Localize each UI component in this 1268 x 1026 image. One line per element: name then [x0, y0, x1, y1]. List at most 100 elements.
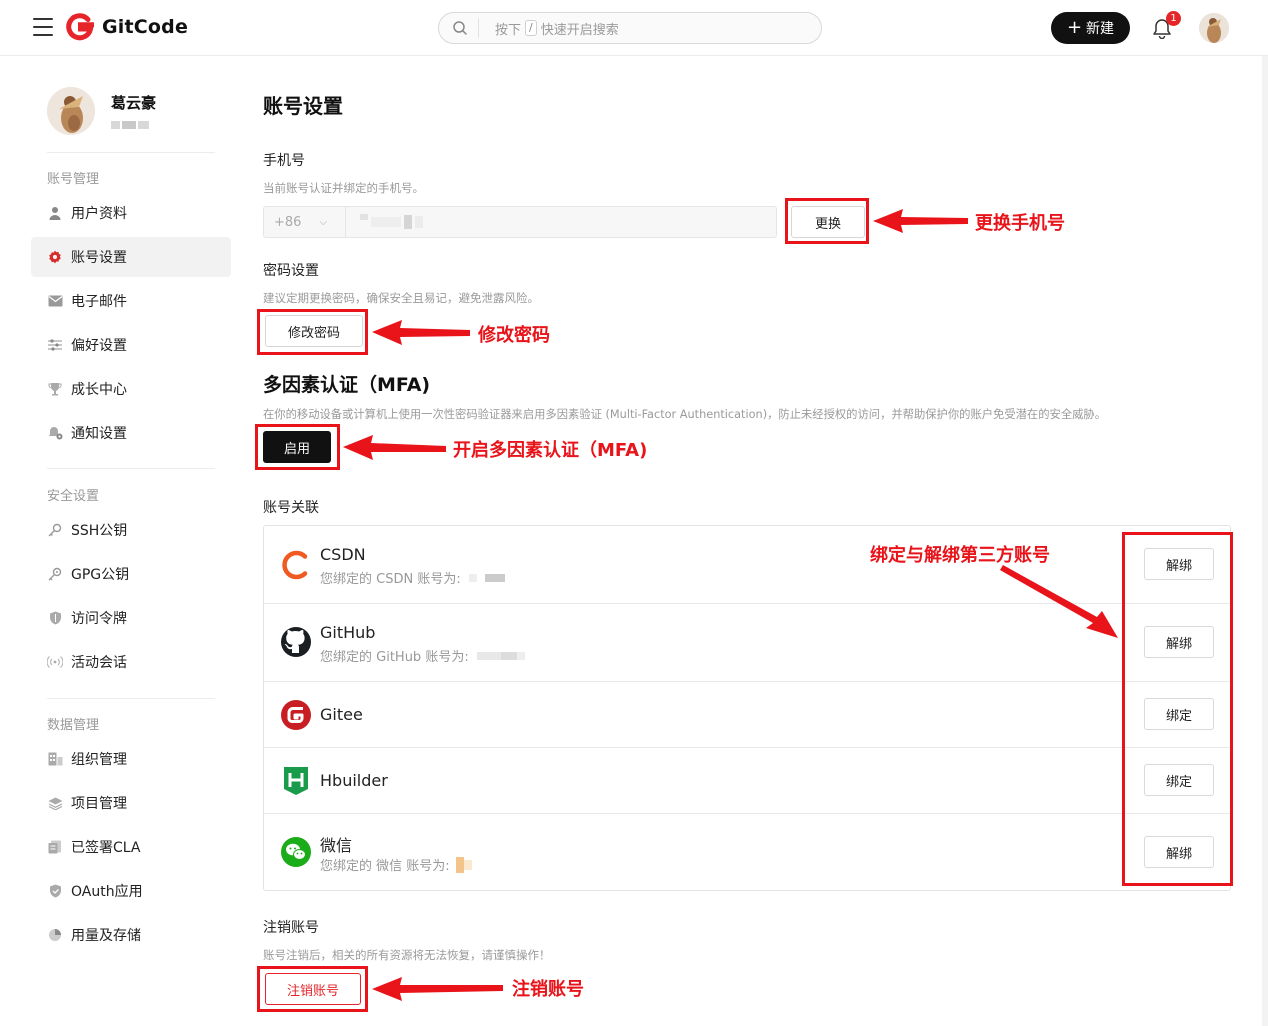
sidebar-item-label: GPG公钥: [71, 567, 130, 583]
platform-name: Gitee: [320, 705, 363, 724]
country-code-select[interactable]: +86 ⌵: [264, 207, 346, 237]
search-shortcut-key: /: [525, 20, 537, 36]
sidebar-item-label: 偏好设置: [71, 338, 127, 354]
sidebar-item-label: 通知设置: [71, 426, 127, 442]
delete-section-title: 注销账号: [263, 920, 319, 936]
mail-icon: [47, 293, 63, 309]
document-icon: [47, 839, 63, 855]
phone-section-desc: 当前账号认证并绑定的手机号。: [263, 181, 424, 195]
platform-desc: 您绑定的 微信 账号为:: [320, 855, 472, 874]
arrow-icon: [343, 435, 446, 460]
platform-name: 微信: [320, 836, 353, 855]
layers-icon: [47, 795, 63, 811]
sidebar-item-notification-settings[interactable]: 通知设置: [31, 413, 231, 453]
platform-name: CSDN: [320, 545, 366, 564]
sidebar-item-profile[interactable]: 用户资料: [31, 193, 231, 233]
list-item: CSDN 您绑定的 CSDN 账号为: 解绑: [264, 526, 1230, 604]
sidebar-item-label: 访问令牌: [71, 611, 127, 627]
platform-desc-text: 您绑定的 GitHub 账号为:: [320, 650, 469, 665]
new-button-label: 新建: [1086, 21, 1115, 37]
profile-avatar: [47, 87, 95, 135]
sidebar-item-access-tokens[interactable]: 访问令牌: [31, 598, 231, 638]
hbuilder-icon: [284, 767, 308, 795]
annotation-label: 修改密码: [478, 325, 550, 346]
list-item: Hbuilder 绑定: [264, 748, 1230, 814]
wechat-icon: [281, 837, 311, 867]
page-title: 账号设置: [263, 94, 343, 118]
organization-icon: [47, 751, 63, 767]
sidebar-item-label: 用户资料: [71, 206, 127, 222]
sidebar-group-title: 数据管理: [47, 718, 100, 733]
search-icon: [453, 21, 467, 35]
sidebar-item-oauth-apps[interactable]: OAuth应用: [31, 871, 231, 911]
scrollbar[interactable]: [1262, 56, 1268, 1026]
sidebar-item-usage-storage[interactable]: 用量及存储: [31, 915, 231, 955]
sidebar-item-label: 用量及存储: [71, 928, 141, 944]
delete-section-desc: 账号注销后，相关的所有资源将无法恢复，请谨慎操作！: [263, 948, 551, 962]
notification-gear-icon: [47, 425, 63, 441]
associations-section-title: 账号关联: [263, 500, 319, 516]
new-button[interactable]: + 新建: [1051, 12, 1130, 44]
sidebar-item-label: 已签署CLA: [71, 840, 141, 856]
profile-handle-masked: [111, 121, 151, 129]
sidebar-item-label: OAuth应用: [71, 884, 143, 900]
annotation-label: 开启多因素认证（MFA): [453, 440, 648, 461]
sidebar-item-account-settings[interactable]: 账号设置: [31, 237, 231, 277]
logo-text: GitCode: [102, 16, 189, 38]
arrow-icon: [873, 209, 968, 233]
sidebar-item-projects[interactable]: 项目管理: [31, 783, 231, 823]
gitcode-logo-icon: [66, 13, 94, 41]
platform-desc-text: 您绑定的 CSDN 账号为:: [320, 572, 461, 587]
sidebar-item-email[interactable]: 电子邮件: [31, 281, 231, 321]
list-item: 微信 您绑定的 微信 账号为: 解绑: [264, 814, 1230, 890]
trophy-icon: [47, 381, 63, 397]
avatar-image: [1199, 13, 1229, 43]
avatar[interactable]: [1199, 13, 1229, 43]
menu-icon[interactable]: [33, 18, 53, 36]
highlight-box: [785, 198, 869, 244]
annotation-label: 绑定与解绑第三方账号: [870, 545, 1050, 566]
mfa-section-desc: 在你的移动设备或计算机上使用一次性密码验证器来启用多因素验证 (Multi-Fa…: [263, 408, 1107, 421]
gpg-key-icon: [47, 566, 63, 582]
highlight-box: [1122, 532, 1233, 886]
sidebar-item-label: 项目管理: [71, 796, 127, 812]
phone-field[interactable]: +86 ⌵: [263, 206, 777, 238]
platform-name: GitHub: [320, 623, 376, 642]
github-icon: [281, 627, 311, 657]
sidebar-item-growth-center[interactable]: 成长中心: [31, 369, 231, 409]
highlight-box: [255, 424, 340, 470]
sidebar-item-gpg-keys[interactable]: GPG公钥: [31, 554, 231, 594]
search-suffix: 快速开启搜索: [540, 22, 619, 38]
annotation-label: 更换手机号: [975, 213, 1065, 234]
sidebar-item-preferences[interactable]: 偏好设置: [31, 325, 231, 365]
password-section-title: 密码设置: [263, 263, 319, 279]
arrow-icon: [372, 320, 470, 345]
list-item: Gitee 绑定: [264, 682, 1230, 748]
user-profile[interactable]: 葛云豪: [47, 87, 156, 135]
search-prefix: 按下: [495, 22, 522, 38]
search-input[interactable]: 按下 / 快速开启搜索: [438, 12, 822, 44]
notification-badge: 1: [1166, 11, 1181, 26]
oauth-shield-icon: [47, 883, 63, 899]
phone-section-title: 手机号: [263, 153, 305, 169]
pie-chart-icon: [47, 927, 63, 943]
gitcode-logo[interactable]: GitCode: [66, 13, 188, 41]
arrow-icon: [372, 977, 503, 1001]
associations-list: CSDN 您绑定的 CSDN 账号为: 解绑 GitHub 您绑定的 GitHu…: [263, 525, 1231, 891]
sidebar-item-signed-cla[interactable]: 已签署CLA: [31, 827, 231, 867]
chevron-down-icon: ⌵: [319, 216, 328, 228]
sidebar-group-title: 账号管理: [47, 172, 100, 187]
sidebar-item-organizations[interactable]: 组织管理: [31, 739, 231, 779]
shield-icon: [47, 610, 63, 626]
phone-number-masked: [360, 214, 426, 229]
top-bar: GitCode 按下 / 快速开启搜索 + 新建 1: [0, 0, 1268, 56]
gitee-icon: [281, 700, 311, 730]
highlight-box: [257, 966, 368, 1012]
sidebar-item-active-sessions[interactable]: 活动会话: [31, 642, 231, 682]
platform-desc: 您绑定的 GitHub 账号为:: [320, 646, 525, 665]
platform-desc: 您绑定的 CSDN 账号为:: [320, 568, 505, 587]
sidebar-item-ssh-keys[interactable]: SSH公钥: [31, 510, 231, 550]
sliders-icon: [47, 337, 63, 353]
list-item: GitHub 您绑定的 GitHub 账号为: 解绑: [264, 604, 1230, 682]
annotation-label: 注销账号: [512, 979, 584, 1000]
